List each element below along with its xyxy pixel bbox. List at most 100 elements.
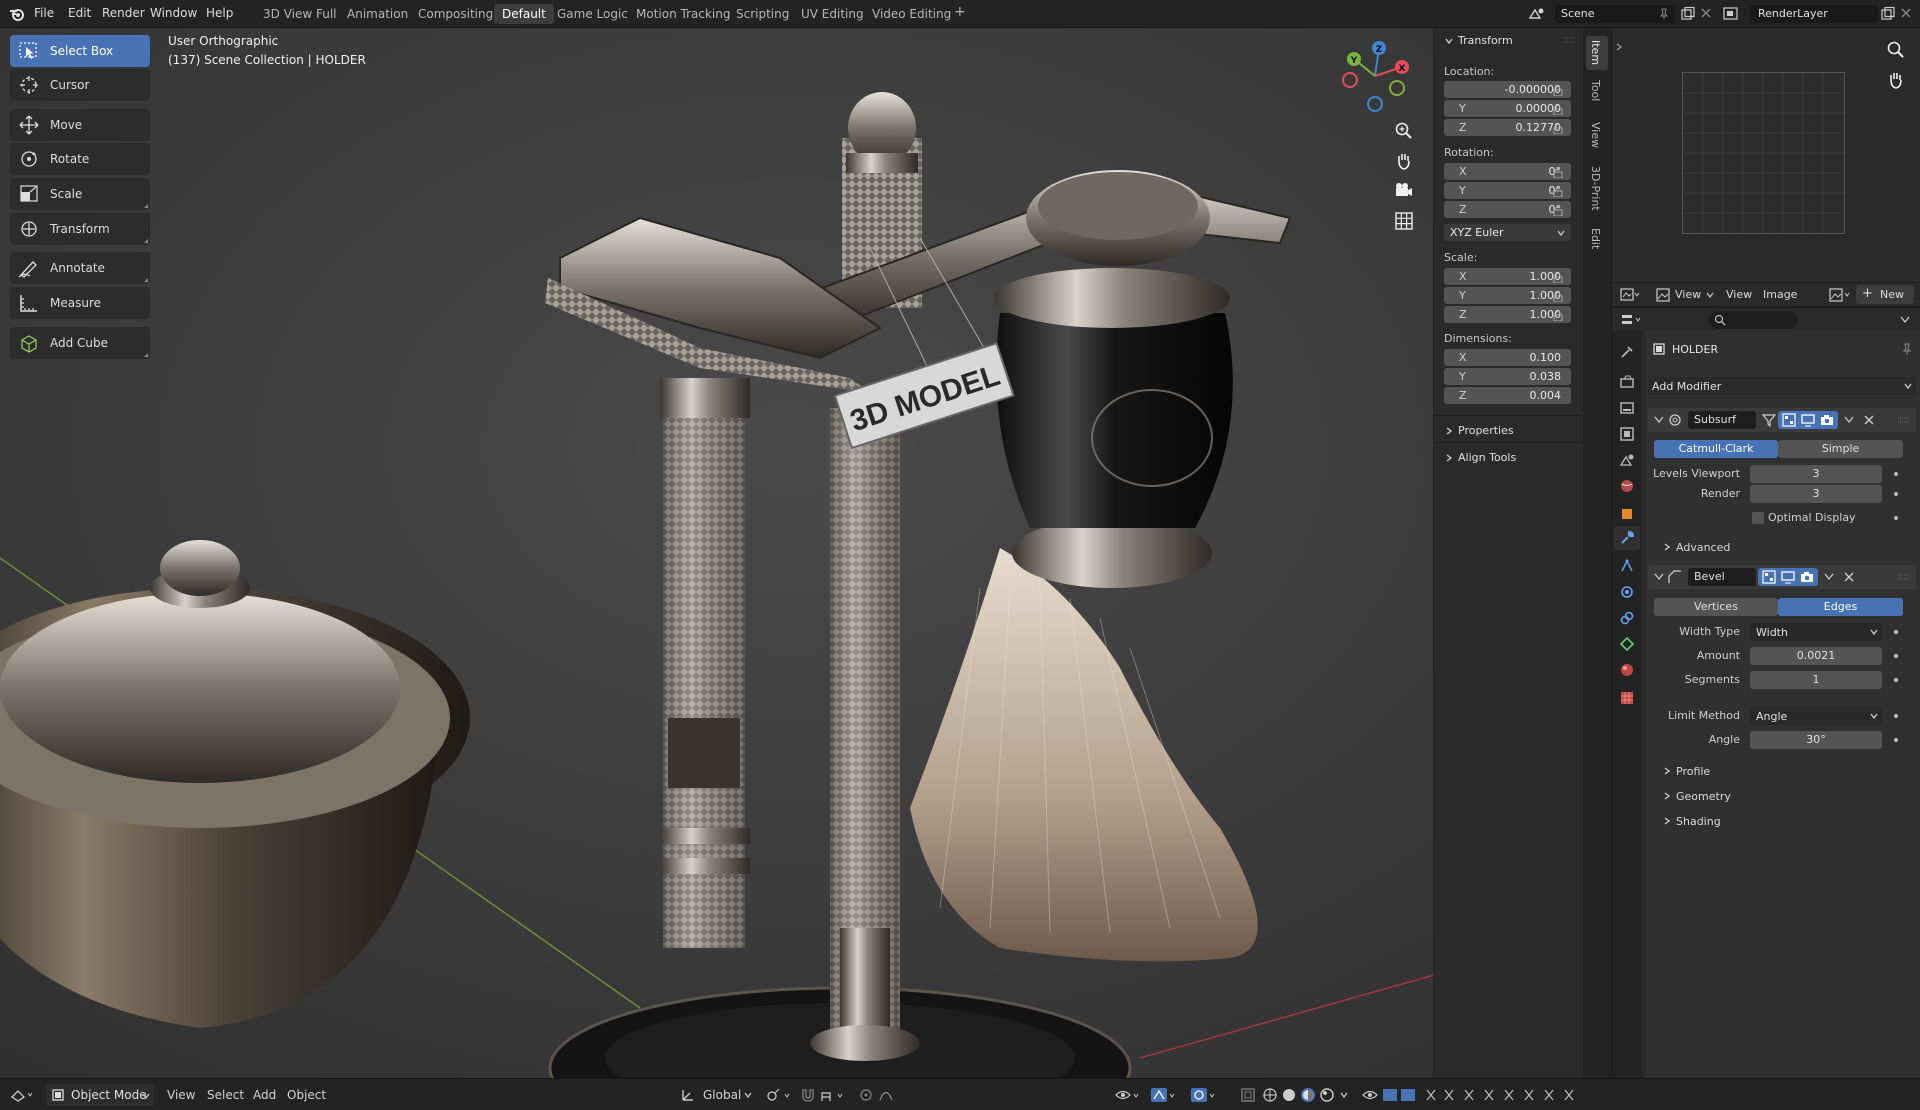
uv-editor[interactable]: [1612, 28, 1920, 306]
scale-y-field[interactable]: Y 1.000: [1444, 287, 1571, 304]
catmull-clark-button[interactable]: Catmull-Clark: [1654, 440, 1778, 458]
material-icon[interactable]: [1619, 662, 1635, 678]
editor-type-icon[interactable]: [10, 1087, 36, 1103]
tab-view[interactable]: View: [1589, 122, 1602, 148]
keyframe-dot[interactable]: [1894, 714, 1898, 718]
scene-icon[interactable]: [1527, 6, 1547, 22]
render-icon[interactable]: [1619, 374, 1635, 390]
dimensions-z-field[interactable]: Z 0.004: [1444, 387, 1571, 404]
lock-icon[interactable]: [1553, 85, 1565, 96]
rendered-shading-icon[interactable]: [1319, 1087, 1335, 1103]
angle-field[interactable]: 30°: [1750, 731, 1882, 749]
lock-icon[interactable]: [1553, 310, 1565, 321]
geometry-subpanel[interactable]: Geometry: [1676, 790, 1731, 803]
menu-select[interactable]: Select: [207, 1088, 244, 1102]
data-icon[interactable]: [1619, 636, 1635, 652]
constraints-icon[interactable]: [1619, 610, 1635, 626]
dimensions-x-field[interactable]: X 0.100: [1444, 349, 1571, 366]
bevel-name-field[interactable]: Bevel: [1688, 568, 1756, 586]
tab-item[interactable]: Item: [1589, 40, 1602, 65]
lock-icon[interactable]: [1553, 205, 1565, 216]
subsurf-name-field[interactable]: Subsurf: [1688, 411, 1756, 429]
chevron-down-icon[interactable]: [1824, 573, 1834, 581]
properties-search[interactable]: [1708, 311, 1798, 329]
shading-subpanel[interactable]: Shading: [1676, 815, 1721, 828]
chevron-right-icon[interactable]: [1444, 426, 1454, 436]
tab-edit[interactable]: Edit: [1589, 228, 1602, 249]
falloff-icon[interactable]: [878, 1087, 894, 1103]
chevron-down-icon[interactable]: [1654, 573, 1664, 581]
add-workspace-button[interactable]: +: [954, 4, 966, 20]
close-icon[interactable]: [1844, 572, 1854, 582]
grid-icon[interactable]: [1394, 211, 1414, 231]
pan-hand-icon[interactable]: [1394, 151, 1414, 171]
lock-icon[interactable]: [1553, 272, 1565, 283]
xray-toggle-icon[interactable]: [1240, 1087, 1256, 1103]
location-z-field[interactable]: Z 0.12770: [1444, 119, 1571, 136]
drag-handle-icon[interactable]: [1898, 416, 1910, 424]
render-camera-icon[interactable]: [1820, 413, 1834, 427]
vertices-button[interactable]: Vertices: [1654, 598, 1778, 616]
overlays-icon[interactable]: [1190, 1087, 1220, 1103]
location-y-field[interactable]: Y 0.00000: [1444, 100, 1571, 117]
tool-scale[interactable]: Scale: [10, 178, 150, 210]
object-icon[interactable]: [1619, 506, 1635, 522]
tab-uv-editing[interactable]: UV Editing: [801, 7, 864, 21]
image-browse-icon[interactable]: [1829, 288, 1853, 302]
tab-3d-print[interactable]: 3D-Print: [1589, 166, 1602, 211]
zoom-icon[interactable]: [1886, 40, 1906, 60]
monitor-icon[interactable]: [1801, 413, 1815, 427]
lock-icon[interactable]: [1553, 186, 1565, 197]
add-modifier-dropdown[interactable]: Add Modifier: [1648, 377, 1916, 395]
view-layer-icon[interactable]: [1619, 426, 1635, 442]
visibility-filter-icon[interactable]: [1114, 1087, 1144, 1103]
keyframe-dot[interactable]: [1894, 678, 1898, 682]
filter-icon[interactable]: [1762, 413, 1776, 427]
3d-viewport[interactable]: 3D MODEL User Orthographic (137) Scene C…: [0, 28, 1583, 1078]
chevron-right-icon[interactable]: [1662, 791, 1672, 801]
profile-subpanel[interactable]: Profile: [1676, 765, 1710, 778]
uv-menu-image[interactable]: Image: [1763, 288, 1797, 301]
physics-icon[interactable]: [1619, 584, 1635, 600]
lock-icon[interactable]: [1553, 123, 1565, 134]
gizmo-toggle-icon[interactable]: [1150, 1087, 1180, 1103]
tab-tool[interactable]: Tool: [1589, 80, 1602, 101]
solid-shading-icon[interactable]: [1281, 1087, 1297, 1103]
edit-mode-icon[interactable]: [1782, 413, 1796, 427]
keyframe-dot[interactable]: [1894, 516, 1898, 520]
new-scene-icon[interactable]: [1680, 6, 1696, 22]
world-icon[interactable]: [1619, 478, 1635, 494]
tool-transform[interactable]: Transform: [10, 213, 150, 245]
chevron-down-icon[interactable]: [1706, 292, 1714, 298]
modifier-wrench-icon[interactable]: [1619, 530, 1635, 546]
render-layer-icon[interactable]: [1722, 6, 1742, 22]
keyframe-dot[interactable]: [1894, 492, 1898, 496]
render-layer-field[interactable]: RenderLayer: [1750, 5, 1878, 23]
advanced-subpanel[interactable]: Advanced: [1676, 541, 1730, 554]
navigation-gizmo[interactable]: Z X Y: [1335, 36, 1415, 116]
camera-icon[interactable]: [1394, 181, 1414, 201]
proportional-edit-icon[interactable]: [858, 1087, 874, 1103]
tab-3d-view-full[interactable]: 3D View Full: [263, 7, 337, 21]
keyframe-dot[interactable]: [1894, 654, 1898, 658]
render-camera-icon[interactable]: [1800, 570, 1814, 584]
tab-scripting[interactable]: Scripting: [736, 7, 789, 21]
rotation-y-field[interactable]: Y 0°: [1444, 182, 1571, 199]
eye-icon[interactable]: [1362, 1087, 1378, 1103]
pan-hand-icon[interactable]: [1886, 70, 1906, 90]
image-icon[interactable]: [1656, 288, 1670, 302]
keyframe-dot[interactable]: [1894, 472, 1898, 476]
tab-motion-tracking[interactable]: Motion Tracking: [636, 7, 730, 21]
simple-button[interactable]: Simple: [1778, 440, 1903, 458]
pin-icon[interactable]: [1900, 342, 1914, 356]
optimal-display-checkbox[interactable]: [1752, 512, 1764, 524]
keyframe-dot[interactable]: [1894, 738, 1898, 742]
tool-cursor[interactable]: Cursor: [10, 69, 150, 101]
tab-compositing[interactable]: Compositing: [418, 7, 493, 21]
rotation-z-field[interactable]: Z 0°: [1444, 201, 1571, 218]
snap-magnet-icon[interactable]: [800, 1087, 816, 1103]
amount-field[interactable]: 0.0021: [1750, 647, 1882, 665]
chevron-down-icon[interactable]: [1844, 416, 1854, 424]
menu-help[interactable]: Help: [206, 6, 233, 20]
output-icon[interactable]: [1619, 400, 1635, 416]
